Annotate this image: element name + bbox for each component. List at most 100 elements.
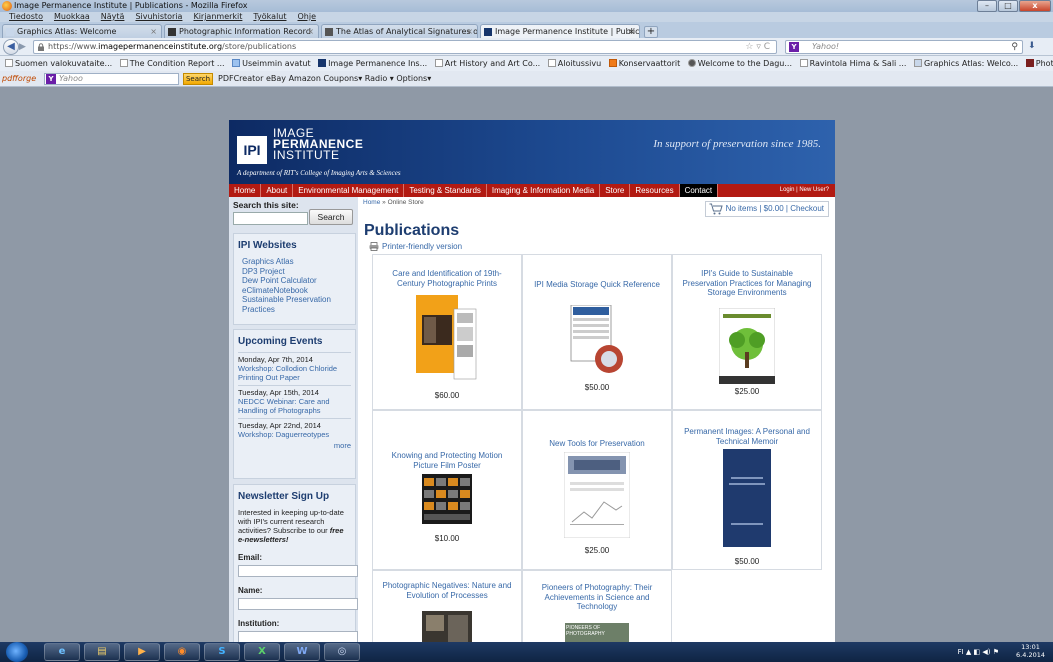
breadcrumb-home[interactable]: Home <box>363 199 380 206</box>
yahoo-search-input[interactable]: Y Yahoo <box>44 73 179 85</box>
tab-photographic-information-record[interactable]: Photographic Information Record × <box>164 24 319 38</box>
site-search-input[interactable] <box>233 212 308 225</box>
product-title[interactable]: Photographic Negatives: Nature and Evolu… <box>373 581 521 600</box>
product-title[interactable]: IPI's Guide to Sustainable Preservation … <box>673 269 821 298</box>
nav-store[interactable]: Store <box>600 184 631 197</box>
minimize-button[interactable]: – <box>977 0 997 12</box>
taskbar-firefox[interactable]: ◉ <box>164 643 200 661</box>
tab-close-icon[interactable]: × <box>150 25 157 38</box>
bookmark-item[interactable]: Welcome to the Dagu... <box>687 56 792 71</box>
link-graphics-atlas[interactable]: Graphics Atlas <box>238 257 351 267</box>
product-title[interactable]: New Tools for Preservation <box>523 439 671 449</box>
nav-imaging-information-media[interactable]: Imaging & Information Media <box>487 184 601 197</box>
product-card[interactable]: New Tools for Preservation $25.00 <box>522 410 672 570</box>
product-card[interactable]: Permanent Images: A Personal and Technic… <box>672 410 822 570</box>
link-dew-point-calculator[interactable]: Dew Point Calculator <box>238 276 351 286</box>
menu-help[interactable]: Ohje <box>298 12 317 21</box>
maximize-button[interactable]: □ <box>998 0 1018 12</box>
event-link[interactable]: Workshop: Daguerreotypes <box>238 430 351 439</box>
bookmark-item[interactable]: Ravintola Hima & Sali ... <box>799 56 906 71</box>
bookmark-item[interactable]: Photograph Conservat... <box>1025 56 1053 71</box>
product-cover-image[interactable] <box>422 474 472 524</box>
product-card[interactable]: IPI Media Storage Quick Reference $50.00 <box>522 254 672 410</box>
taskbar-word[interactable]: W <box>284 643 320 661</box>
nav-contact[interactable]: Contact <box>679 184 719 197</box>
email-field[interactable] <box>238 565 358 577</box>
toolbar-items[interactable]: PDFCreator eBay Amazon Coupons▾ Radio ▾ … <box>218 71 431 87</box>
bookmark-item[interactable]: Suomen valokuvataite... <box>5 56 112 71</box>
ipi-logo[interactable]: IPI <box>237 136 267 164</box>
link-eclimatenotebook[interactable]: eClimateNotebook <box>238 286 351 296</box>
taskbar-skype[interactable]: S <box>204 643 240 661</box>
product-cover-image[interactable] <box>564 452 630 538</box>
product-cover-image[interactable] <box>723 449 771 547</box>
link-dp3-project[interactable]: DP3 Project <box>238 267 351 277</box>
product-cover-image[interactable] <box>569 305 625 377</box>
close-button[interactable]: x <box>1019 0 1051 12</box>
nav-about[interactable]: About <box>261 184 294 197</box>
taskbar-app[interactable]: ◎ <box>324 643 360 661</box>
product-cover-image[interactable] <box>719 308 775 384</box>
product-card[interactable]: Photographic Negatives: Nature and Evolu… <box>372 570 522 642</box>
cart-summary[interactable]: No items | $0.00 | Checkout <box>704 201 829 217</box>
bookmark-item[interactable]: Art History and Art Co... <box>434 56 540 71</box>
taskbar-file-explorer[interactable]: ▤ <box>84 643 120 661</box>
back-button[interactable]: ◀ <box>3 39 19 55</box>
login-link[interactable]: Login | New User? <box>780 184 835 197</box>
product-cover-image[interactable] <box>422 611 472 642</box>
name-field[interactable] <box>238 598 358 610</box>
menu-tools[interactable]: Työkalut <box>253 12 286 21</box>
product-title[interactable]: Pioneers of Photography: Their Achieveme… <box>523 583 671 612</box>
menu-edit[interactable]: Muokkaa <box>54 12 90 21</box>
tab-close-icon[interactable]: × <box>628 25 635 38</box>
menu-history[interactable]: Sivuhistoria <box>135 12 182 21</box>
forward-button[interactable]: ▶ <box>19 41 31 53</box>
tab-atlas-analytical-signatures[interactable]: The Atlas of Analytical Signatures of ..… <box>321 24 478 38</box>
pdfforge-logo[interactable]: pdfforge <box>2 71 36 87</box>
product-card[interactable]: Pioneers of Photography: Their Achieveme… <box>522 570 672 642</box>
product-title[interactable]: Care and Identification of 19th-Century … <box>373 269 521 288</box>
event-link[interactable]: Workshop: Collodion Chloride Printing Ou… <box>238 364 351 382</box>
product-card[interactable]: IPI's Guide to Sustainable Preservation … <box>672 254 822 410</box>
url-bar[interactable]: https://www.imagepermanenceinstitute.org… <box>33 40 777 54</box>
link-sustainable-preservation[interactable]: Practices <box>238 305 351 315</box>
taskbar-internet-explorer[interactable]: e <box>44 643 80 661</box>
printer-friendly-link[interactable]: Printer-friendly version <box>369 242 462 251</box>
bookmark-item[interactable]: Konservaattorit <box>608 56 680 71</box>
product-card[interactable]: Care and Identification of 19th-Century … <box>372 254 522 410</box>
event-link[interactable]: NEDCC Webinar: Care and Handling of Phot… <box>238 397 351 415</box>
nav-resources[interactable]: Resources <box>630 184 680 197</box>
system-tray[interactable]: FI ▲ ◧ ◀) ⚑ <box>958 642 999 662</box>
bookmark-folder[interactable]: Useimmin avatut <box>232 56 311 71</box>
bookmark-item[interactable]: Image Permanence Ins... <box>318 56 427 71</box>
taskbar-excel[interactable]: X <box>244 643 280 661</box>
bookmark-item[interactable]: Aloitussivu <box>547 56 601 71</box>
bookmark-item[interactable]: Graphics Atlas: Welco... <box>913 56 1018 71</box>
yahoo-search-button[interactable]: Search <box>183 73 213 85</box>
menu-bookmarks[interactable]: Kirjanmerkit <box>193 12 242 21</box>
institution-field[interactable] <box>238 631 358 642</box>
bookmark-item[interactable]: The Condition Report ... <box>119 56 225 71</box>
menu-view[interactable]: Näytä <box>101 12 125 21</box>
clock[interactable]: 13:01 6.4.2014 <box>1016 643 1045 659</box>
tab-ipi-publications[interactable]: Image Permanence Institute | Publica... × <box>480 24 640 38</box>
nav-home[interactable]: Home <box>229 184 262 197</box>
search-icon[interactable]: ⚲ <box>1011 41 1018 53</box>
new-tab-button[interactable]: + <box>644 26 658 38</box>
tab-close-icon[interactable]: × <box>307 25 314 38</box>
tab-graphics-atlas[interactable]: Graphics Atlas: Welcome × <box>2 24 162 38</box>
product-cover-image[interactable] <box>414 295 480 381</box>
product-title[interactable]: Permanent Images: A Personal and Technic… <box>673 427 821 446</box>
menu-file[interactable]: Tiedosto <box>9 12 43 21</box>
taskbar-media-player[interactable]: ▶ <box>124 643 160 661</box>
start-button[interactable] <box>6 642 28 662</box>
nav-environmental-management[interactable]: Environmental Management <box>293 184 405 197</box>
product-title[interactable]: IPI Media Storage Quick Reference <box>523 280 671 290</box>
nav-testing-standards[interactable]: Testing & Standards <box>404 184 487 197</box>
link-sustainable-preservation[interactable]: Sustainable Preservation <box>238 295 351 305</box>
events-more-link[interactable]: more <box>238 441 351 450</box>
download-icon[interactable]: ⬇ <box>1028 41 1036 51</box>
web-search-input[interactable]: Y Yahoo! ⚲ <box>785 40 1023 54</box>
bookmark-star-icon[interactable]: ☆ ▿ C <box>745 41 770 53</box>
product-card[interactable]: Knowing and Protecting Motion Picture Fi… <box>372 410 522 570</box>
